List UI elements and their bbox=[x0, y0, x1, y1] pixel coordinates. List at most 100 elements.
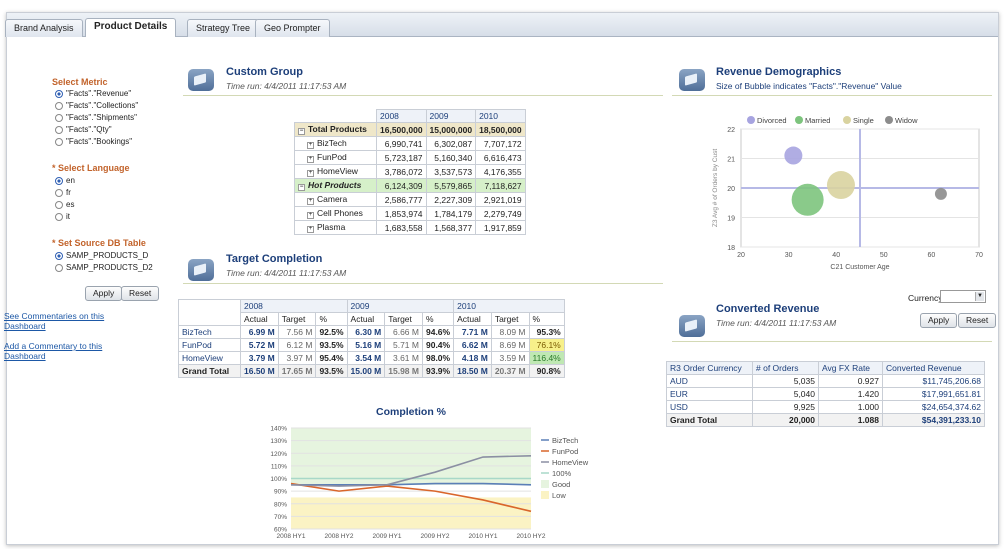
radio-button[interactable] bbox=[55, 101, 63, 110]
legend-label: Widow bbox=[895, 116, 918, 125]
metric-option-label: "Facts"."Shipments" bbox=[66, 113, 137, 122]
value-cell: 2,227,309 bbox=[425, 192, 477, 207]
bubble-chart: 18 19 20 21 22 20 30 40 50 60 70 Divorced Married Sin… bbox=[699, 99, 989, 275]
value-cell: 6.66 M bbox=[384, 325, 423, 339]
table-row: AUD 5,035 0.927 $11,745,206.68 bbox=[666, 374, 985, 388]
row-label-text: Camera bbox=[317, 194, 348, 204]
sidebar-reset-button[interactable]: Reset bbox=[121, 286, 160, 301]
value-cell: $54,391,233.10 bbox=[882, 413, 985, 427]
expand-icon[interactable]: + bbox=[307, 212, 314, 219]
source-option[interactable]: SAMP_PRODUCTS_D2 bbox=[55, 263, 153, 275]
add-commentary-link[interactable]: Add a Commentary to this Dashboard bbox=[4, 341, 144, 361]
value-cell: 1,683,558 bbox=[376, 220, 427, 235]
x-tick-label: 2008 HY2 bbox=[325, 533, 354, 540]
tab-geo-prompter[interactable]: Geo Prompter bbox=[255, 19, 330, 37]
expand-icon[interactable]: + bbox=[307, 170, 314, 177]
column-header: % bbox=[528, 312, 565, 326]
metric-title: Select Metric bbox=[52, 77, 108, 87]
row-label-text: Hot Products bbox=[308, 180, 362, 190]
value-cell: 15.00 M bbox=[346, 364, 386, 378]
column-header: Target bbox=[384, 312, 423, 326]
value-cell: $17,991,651.81 bbox=[882, 387, 985, 401]
target-completion-timerun: Time run: 4/4/2011 11:17:53 AM bbox=[226, 268, 347, 278]
tab-brand-analysis[interactable]: Brand Analysis bbox=[5, 19, 83, 37]
custom-group-timerun: Time run: 4/4/2011 11:17:53 AM bbox=[226, 81, 347, 91]
row-label: BizTech bbox=[178, 325, 241, 339]
source-option[interactable]: SAMP_PRODUCTS_D bbox=[55, 251, 153, 263]
corner-cell bbox=[295, 110, 377, 123]
metric-option[interactable]: "Facts"."Revenue" bbox=[55, 89, 138, 101]
value-cell: 5.72 M bbox=[240, 338, 279, 352]
table-row: − Hot Products 6,124,309 5,579,865 7,118,627 bbox=[294, 178, 526, 193]
sidebar-apply-button[interactable]: Apply bbox=[85, 286, 123, 301]
table-row: + Camera 2,586,777 2,227,309 2,921,019 bbox=[294, 192, 526, 207]
value-cell: 16,500,000 bbox=[376, 122, 427, 137]
legend-label: Married bbox=[805, 116, 830, 125]
language-option[interactable]: en bbox=[55, 176, 75, 188]
legend-swatch bbox=[795, 116, 803, 124]
value-cell: 7.56 M bbox=[277, 325, 317, 339]
radio-button[interactable] bbox=[55, 251, 63, 260]
table-header-row: R3 Order Currency # of Orders Avg FX Rate C… bbox=[666, 361, 985, 375]
bubble bbox=[934, 187, 947, 200]
expand-icon[interactable]: + bbox=[307, 142, 314, 149]
value-cell: 6,990,741 bbox=[376, 136, 427, 151]
tab-strategy-tree[interactable]: Strategy Tree bbox=[187, 19, 260, 37]
radio-button[interactable] bbox=[55, 137, 63, 146]
language-option[interactable]: fr bbox=[55, 188, 75, 200]
radio-button[interactable] bbox=[55, 212, 63, 221]
value-cell: 16.50 M bbox=[240, 364, 279, 378]
custom-group-title: Custom Group bbox=[226, 66, 303, 78]
table-row: + HomeView 3,786,072 3,537,573 4,176,355 bbox=[294, 164, 526, 179]
column-header: Actual bbox=[240, 312, 279, 326]
legend-swatch bbox=[843, 116, 851, 124]
row-label: − Hot Products bbox=[294, 178, 377, 193]
radio-button[interactable] bbox=[55, 200, 63, 209]
collapse-icon[interactable]: − bbox=[298, 184, 305, 191]
radio-button[interactable] bbox=[55, 113, 63, 122]
currency-select[interactable]: ▼ bbox=[940, 290, 986, 303]
value-cell: 8.09 M bbox=[490, 325, 530, 339]
expand-icon[interactable]: + bbox=[307, 156, 314, 163]
tab-product-details[interactable]: Product Details bbox=[85, 18, 177, 37]
language-option[interactable]: it bbox=[55, 212, 75, 224]
source-radio-group: SAMP_PRODUCTS_D SAMP_PRODUCTS_D2 bbox=[55, 251, 153, 275]
y-axis-title: Z3 Avg # of Orders by Cust bbox=[712, 149, 719, 227]
row-label: + Camera bbox=[294, 192, 377, 207]
x-tick-label: 50 bbox=[880, 252, 888, 259]
table-row: + FunPod 5,723,187 5,160,340 6,616,473 bbox=[294, 150, 526, 165]
language-option-label: it bbox=[66, 212, 70, 221]
radio-button[interactable] bbox=[55, 263, 63, 272]
value-cell: 6.30 M bbox=[346, 325, 386, 339]
column-header: Actual bbox=[346, 312, 386, 326]
source-option-label: SAMP_PRODUCTS_D2 bbox=[66, 263, 153, 272]
expand-icon[interactable]: + bbox=[307, 198, 314, 205]
metric-option[interactable]: "Facts"."Shipments" bbox=[55, 113, 138, 125]
row-label: + FunPod bbox=[294, 150, 377, 165]
collapse-icon[interactable]: − bbox=[298, 128, 305, 135]
language-option[interactable]: es bbox=[55, 200, 75, 212]
value-cell: 3,537,573 bbox=[425, 164, 477, 179]
converted-reset-button[interactable]: Reset bbox=[958, 313, 997, 328]
radio-button[interactable] bbox=[55, 176, 63, 185]
tab-bar: Brand Analysis Product Details Strategy … bbox=[5, 13, 998, 37]
radio-button[interactable] bbox=[55, 89, 63, 98]
custom-group-table-wrap: 2008 2009 2010− Total Products 16,500,000 15,… bbox=[294, 109, 526, 235]
value-cell: 6.99 M bbox=[240, 325, 279, 339]
column-header: Actual bbox=[453, 312, 492, 326]
table-row: BizTech 6.99 M 7.56 M 92.5% 6.30 M 6.66 M 94.6… bbox=[178, 325, 565, 339]
expand-icon[interactable]: + bbox=[307, 226, 314, 233]
converted-table-wrap: R3 Order Currency # of Orders Avg FX Rate C… bbox=[666, 361, 985, 427]
value-cell: 3.79 M bbox=[240, 351, 279, 365]
value-cell: 1.088 bbox=[818, 413, 883, 427]
metric-option[interactable]: "Facts"."Qty" bbox=[55, 125, 138, 137]
metric-option[interactable]: "Facts"."Collections" bbox=[55, 101, 138, 113]
metric-option[interactable]: "Facts"."Bookings" bbox=[55, 137, 138, 149]
converted-apply-button[interactable]: Apply bbox=[920, 313, 958, 328]
radio-button[interactable] bbox=[55, 188, 63, 197]
revenue-bubble-chart: 18 19 20 21 22 20 30 40 50 60 70 Divorced Married Sin… bbox=[712, 116, 983, 271]
y-tick-label: 130% bbox=[270, 438, 287, 445]
radio-button[interactable] bbox=[55, 125, 63, 134]
bubble bbox=[826, 171, 855, 200]
see-commentaries-link[interactable]: See Commentaries on this Dashboard bbox=[4, 311, 144, 331]
